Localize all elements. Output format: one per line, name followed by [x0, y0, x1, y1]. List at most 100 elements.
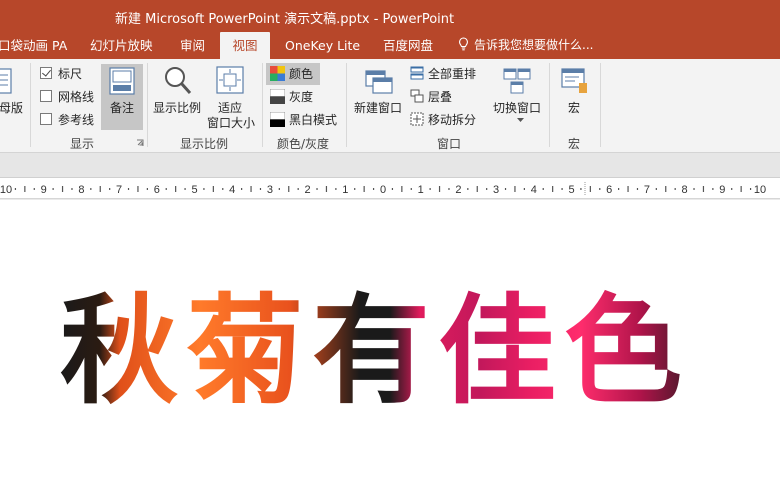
ruler-tick	[486, 188, 488, 190]
guides-checkbox[interactable]	[40, 113, 52, 125]
ruler-tick	[552, 186, 554, 192]
group-separator	[346, 63, 347, 147]
ruler-tick	[288, 186, 290, 192]
ruler-tick	[325, 186, 328, 192]
macros-label[interactable]: 宏	[568, 99, 580, 116]
ruler-tick	[599, 188, 601, 190]
ruler-tick	[589, 186, 591, 192]
chevron-down-icon[interactable]	[517, 118, 524, 123]
ruler-tick	[514, 186, 516, 192]
ruler-tick	[278, 188, 280, 190]
ruler-tick	[250, 186, 252, 192]
switch-windows-label[interactable]: 切换窗口	[493, 99, 541, 116]
ruler-label: 4	[229, 184, 235, 196]
ruler-tick	[146, 188, 148, 190]
move-split-label[interactable]: 移动拆分	[428, 111, 476, 128]
slide-title-text[interactable]: 秋菊有佳色	[60, 286, 690, 416]
tab-pocket-animation[interactable]: 口袋动画 PA	[0, 32, 67, 59]
group-separator	[30, 63, 31, 147]
ruler-tick	[655, 188, 657, 190]
new-window-icon	[365, 70, 393, 94]
macros-group-label: 宏	[568, 137, 581, 151]
ruler-label: 3	[267, 184, 273, 196]
ruler-tick	[401, 186, 403, 192]
ruler-tick	[14, 188, 17, 190]
gridlines-label[interactable]: 网格线	[58, 88, 94, 105]
ruler-tick	[712, 188, 714, 190]
master-views-icon	[0, 68, 12, 94]
ruler-tick	[33, 188, 35, 190]
tell-me-search[interactable]: 告诉我您想要做什么...	[458, 32, 593, 59]
ruler-tick	[467, 188, 469, 190]
ruler-label: 5	[191, 184, 197, 196]
ruler-tick	[297, 188, 299, 190]
ruler-label: 2	[305, 184, 311, 196]
grayscale-label[interactable]: 灰度	[289, 88, 313, 105]
tab-view[interactable]: 视图	[220, 32, 270, 59]
fit-to-window-icon	[216, 66, 244, 94]
black-white-label[interactable]: 黑白模式	[289, 111, 337, 128]
cascade-icon	[410, 89, 424, 103]
ruler-label: 6	[606, 184, 612, 196]
ruler-tick	[372, 188, 375, 190]
new-window-label[interactable]: 新建窗口	[354, 99, 402, 116]
notes-label[interactable]: 备注	[110, 99, 134, 116]
gridlines-checkbox[interactable]	[40, 90, 52, 102]
ruler-tick	[731, 188, 733, 190]
master-views-label[interactable]: 母版	[0, 99, 23, 116]
ruler-tick	[693, 188, 695, 190]
ruler-checkbox[interactable]	[40, 67, 52, 79]
lightbulb-icon	[459, 37, 468, 51]
ruler-tick	[24, 186, 26, 192]
ruler-label: 10	[0, 184, 12, 196]
ruler-label[interactable]: 标尺	[58, 65, 82, 82]
dialog-launcher-icon[interactable]	[136, 139, 144, 147]
tab-review[interactable]: 审阅	[180, 32, 205, 59]
ribbon-tab-bar: 口袋动画 PA 幻灯片放映 审阅 视图 OneKey Lite 百度网盘 告诉我…	[0, 32, 780, 59]
ruler-tick	[127, 188, 130, 190]
ruler-tick	[561, 188, 563, 190]
color-label[interactable]: 颜色	[289, 65, 313, 82]
ruler-tick	[476, 186, 478, 192]
tab-baidu-netdisk[interactable]: 百度网盘	[383, 32, 433, 59]
cascade-label[interactable]: 层叠	[428, 88, 452, 105]
ruler-label: 9	[41, 184, 47, 196]
ruler-tick	[212, 186, 214, 192]
ruler-label: 2	[455, 184, 461, 196]
ruler-tick	[354, 188, 356, 190]
ruler-tick	[363, 186, 365, 192]
ruler-tick	[410, 188, 412, 190]
switch-windows-icon	[503, 68, 531, 94]
ruler-tick	[222, 188, 224, 190]
window-title: 新建 Microsoft PowerPoint 演示文稿.pptx - Powe…	[115, 12, 455, 27]
arrange-all-label[interactable]: 全部重排	[428, 65, 476, 82]
zoom-button-label[interactable]: 显示比例	[153, 99, 201, 116]
guides-label[interactable]: 参考线	[58, 111, 94, 128]
ruler-label: 7	[644, 184, 650, 196]
ruler-tick	[175, 186, 177, 192]
ruler-tick	[702, 186, 705, 192]
ruler-tick	[241, 188, 243, 190]
tab-slideshow[interactable]: 幻灯片放映	[90, 32, 153, 59]
window-group-label: 窗口	[437, 137, 462, 151]
move-split-icon	[410, 112, 424, 126]
ruler-tick	[52, 188, 54, 190]
title-bar: 新建 Microsoft PowerPoint 演示文稿.pptx - Powe…	[0, 0, 780, 32]
ruler-tick	[523, 188, 525, 190]
ruler-tick	[665, 186, 667, 192]
arrange-all-icon	[410, 66, 424, 80]
ruler-tick	[165, 188, 167, 190]
ruler-tick	[618, 188, 620, 190]
black-white-icon	[270, 112, 285, 127]
tell-me-label: 告诉我您想要做什么...	[474, 38, 594, 52]
ruler-tick	[71, 188, 73, 190]
ruler-tick	[438, 186, 441, 192]
ruler-tick	[259, 188, 262, 190]
tab-onekey-lite[interactable]: OneKey Lite	[285, 32, 360, 59]
ruler-label: 6	[154, 184, 160, 196]
fit-window-label-line2[interactable]: 窗口大小	[207, 114, 255, 131]
ruler-tick	[90, 188, 92, 190]
ribbon-view: 母版 标尺 网格线 参考线 备注 显示 显示比例 适应 窗口大小 显示比例 颜色…	[0, 59, 780, 153]
notes-icon	[109, 67, 135, 95]
ruler-tick	[184, 188, 186, 190]
